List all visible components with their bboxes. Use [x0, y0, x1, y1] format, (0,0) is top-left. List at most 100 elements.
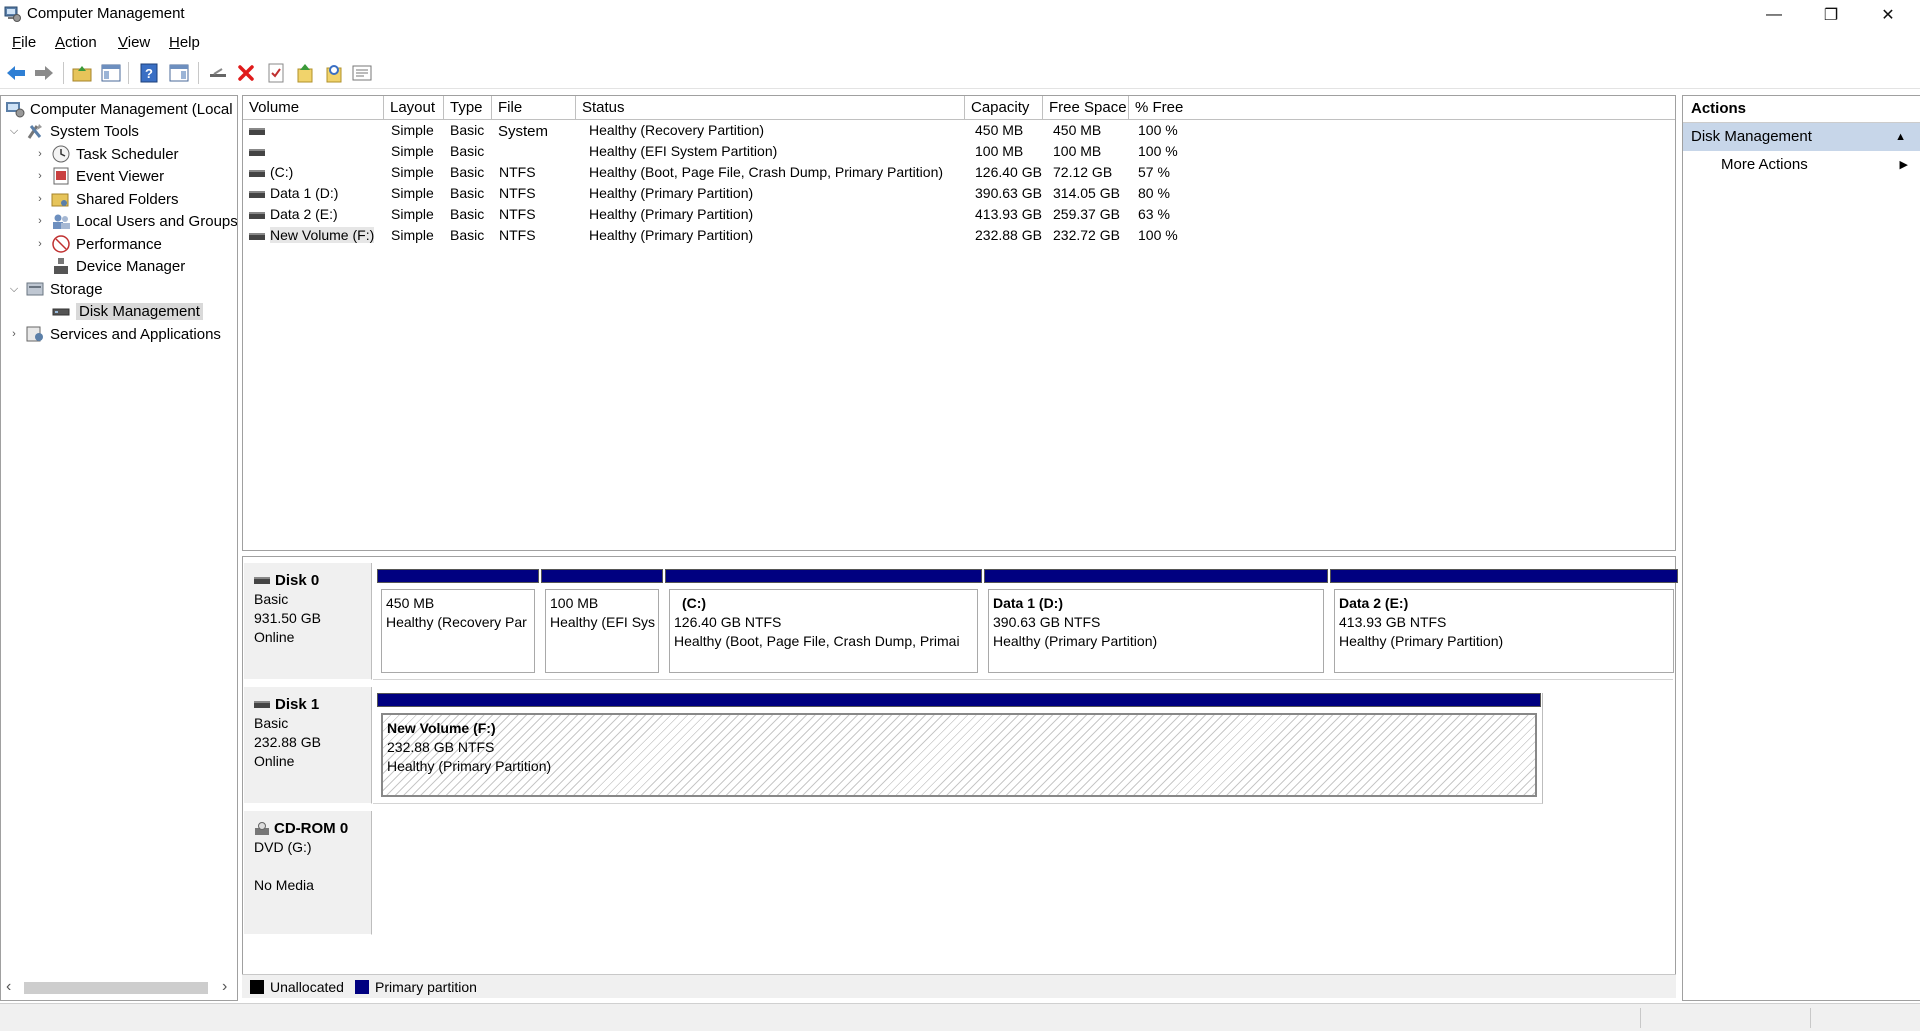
device-manager-icon — [54, 258, 68, 274]
event-log-icon — [53, 167, 69, 185]
scroll-right-icon[interactable]: › — [222, 978, 227, 996]
partition-recovery[interactable]: 450 MB Healthy (Recovery Par — [377, 569, 539, 680]
chevron-right-icon[interactable]: › — [33, 238, 47, 250]
volume-icon — [249, 127, 265, 135]
chevron-right-icon[interactable]: › — [33, 148, 47, 160]
table-row[interactable]: Simple Basic Healthy (EFI System Partiti… — [243, 141, 1243, 162]
table-row[interactable]: (C:) Simple Basic NTFS Healthy (Boot, Pa… — [243, 162, 1243, 183]
properties-pane-icon[interactable] — [167, 61, 191, 85]
chevron-right-icon[interactable]: › — [7, 328, 21, 340]
disk-map: Disk 0 Basic 931.50 GB Online 450 MB Heal… — [242, 556, 1678, 998]
computer-management-icon — [6, 102, 25, 118]
chevron-right-icon[interactable]: › — [33, 215, 47, 227]
check-icon[interactable] — [264, 61, 288, 85]
legend-unallocated: Unallocated — [250, 979, 344, 995]
column-type[interactable]: Type — [444, 96, 492, 120]
title-bar: Computer Management — ❐ ✕ — [0, 0, 1920, 29]
minimize-button[interactable]: — — [1746, 0, 1802, 29]
chevron-right-icon[interactable]: › — [33, 170, 47, 182]
column-capacity[interactable]: Capacity — [965, 96, 1043, 120]
delete-icon[interactable] — [234, 61, 258, 85]
legend: Unallocated Primary partition — [242, 974, 1676, 998]
actions-section-disk-management[interactable]: Disk Management ▲ — [1683, 123, 1920, 151]
tree-item-root[interactable]: Computer Management (Local — [5, 98, 233, 120]
partition-e[interactable]: Data 2 (E:) 413.93 GB NTFS Healthy (Primar… — [1330, 569, 1678, 680]
actions-pane: Actions Disk Management ▲ More Actions ▶ — [1682, 95, 1920, 1001]
partition-efi[interactable]: 100 MB Healthy (EFI Sys — [541, 569, 663, 680]
menu-action[interactable]: Action — [55, 34, 97, 51]
chevron-right-icon[interactable]: › — [33, 193, 47, 205]
disk-0-partitions: 450 MB Healthy (Recovery Par 100 MB Health… — [373, 569, 1678, 680]
column-file-system[interactable]: File System — [492, 96, 576, 140]
collapse-up-icon[interactable]: ▲ — [1895, 123, 1906, 151]
tree-item-event-viewer[interactable]: › Event Viewer — [33, 165, 164, 187]
console-tree: Computer Management (Local ⌵ System Tool… — [0, 95, 238, 1001]
toolbar: ? — [0, 58, 1920, 89]
partition-c[interactable]: (C:) 126.40 GB NTFS Healthy (Boot, Page Fi… — [665, 569, 982, 680]
partition-f[interactable]: New Volume (F:) 232.88 GB NTFS Healthy (Pr… — [377, 693, 1541, 804]
window-title: Computer Management — [27, 5, 185, 22]
scroll-thumb[interactable] — [24, 982, 208, 994]
restore-button[interactable]: ❐ — [1803, 0, 1859, 29]
submenu-arrow-icon: ▶ — [1899, 159, 1908, 171]
column-free-space[interactable]: Free Space — [1043, 96, 1129, 120]
table-row[interactable]: New Volume (F:) Simple Basic NTFS Health… — [243, 225, 1243, 246]
shared-folder-icon — [51, 193, 69, 207]
table-row[interactable]: Simple Basic Healthy (Recovery Partition… — [243, 120, 1243, 141]
search-icon[interactable] — [322, 61, 346, 85]
column-volume[interactable]: Volume — [243, 96, 384, 120]
tree-item-storage[interactable]: ⌵ Storage — [7, 278, 103, 300]
tools-icon — [27, 124, 42, 139]
back-icon[interactable] — [4, 61, 28, 85]
cdrom-icon — [255, 821, 269, 835]
tree-item-disk-management[interactable]: Disk Management — [33, 300, 203, 322]
volume-icon — [249, 211, 265, 219]
volume-icon — [249, 190, 265, 198]
disk-1-partitions: New Volume (F:) 232.88 GB NTFS Healthy (Pr… — [373, 693, 1543, 804]
disk-icon — [254, 577, 270, 584]
tree-horizontal-scrollbar[interactable]: ‹ › — [2, 978, 234, 998]
disk-1-header[interactable]: Disk 1 Basic 232.88 GB Online — [244, 687, 372, 804]
menu-view[interactable]: View — [118, 34, 150, 51]
menu-file[interactable]: File — [12, 34, 36, 51]
more-actions-item[interactable]: More Actions ▶ — [1683, 151, 1920, 179]
volume-icon — [249, 169, 265, 177]
computer-management-icon — [4, 6, 21, 22]
actions-header: Actions — [1683, 96, 1920, 123]
close-button[interactable]: ✕ — [1860, 0, 1916, 29]
column-percent-free[interactable]: % Free — [1129, 96, 1675, 120]
column-layout[interactable]: Layout — [384, 96, 444, 120]
disk-0-header[interactable]: Disk 0 Basic 931.50 GB Online — [244, 563, 372, 680]
tree-item-shared-folders[interactable]: › Shared Folders — [33, 188, 178, 210]
tree-item-device-manager[interactable]: Device Manager — [33, 255, 185, 277]
help-icon[interactable]: ? — [137, 61, 161, 85]
partition-d[interactable]: Data 1 (D:) 390.63 GB NTFS Healthy (Primar… — [984, 569, 1328, 680]
refresh-icon[interactable] — [293, 61, 317, 85]
status-bar — [0, 1003, 1920, 1031]
column-status[interactable]: Status — [576, 96, 965, 120]
tree-item-services[interactable]: › Services and Applications — [7, 323, 221, 345]
volume-list: Volume Layout Type File System Status Ca… — [242, 95, 1676, 551]
scroll-left-icon[interactable]: ‹ — [6, 978, 11, 996]
up-icon[interactable] — [70, 61, 94, 85]
list-icon[interactable] — [350, 61, 374, 85]
chevron-down-icon[interactable]: ⌵ — [7, 283, 21, 296]
storage-icon — [26, 282, 44, 296]
connect-icon[interactable] — [206, 61, 230, 85]
tree-item-task-scheduler[interactable]: › Task Scheduler — [33, 143, 179, 165]
table-row[interactable]: Data 2 (E:) Simple Basic NTFS Healthy (P… — [243, 204, 1243, 225]
services-icon — [26, 326, 43, 342]
volume-icon — [249, 148, 265, 156]
show-hide-tree-icon[interactable] — [99, 61, 123, 85]
tree-item-system-tools[interactable]: ⌵ System Tools — [7, 120, 139, 142]
tree-item-local-users[interactable]: › Local Users and Groups — [33, 210, 237, 232]
chevron-down-icon[interactable]: ⌵ — [7, 125, 21, 138]
users-icon — [53, 214, 70, 229]
table-row[interactable]: Data 1 (D:) Simple Basic NTFS Healthy (P… — [243, 183, 1243, 204]
forward-icon[interactable] — [32, 61, 56, 85]
menu-bar: File Action View Help — [0, 31, 1920, 55]
tree-item-performance[interactable]: › Performance — [33, 233, 162, 255]
svg-text:?: ? — [145, 66, 153, 81]
menu-help[interactable]: Help — [169, 34, 200, 51]
cdrom-0-header[interactable]: CD-ROM 0 DVD (G:) No Media — [244, 811, 372, 935]
